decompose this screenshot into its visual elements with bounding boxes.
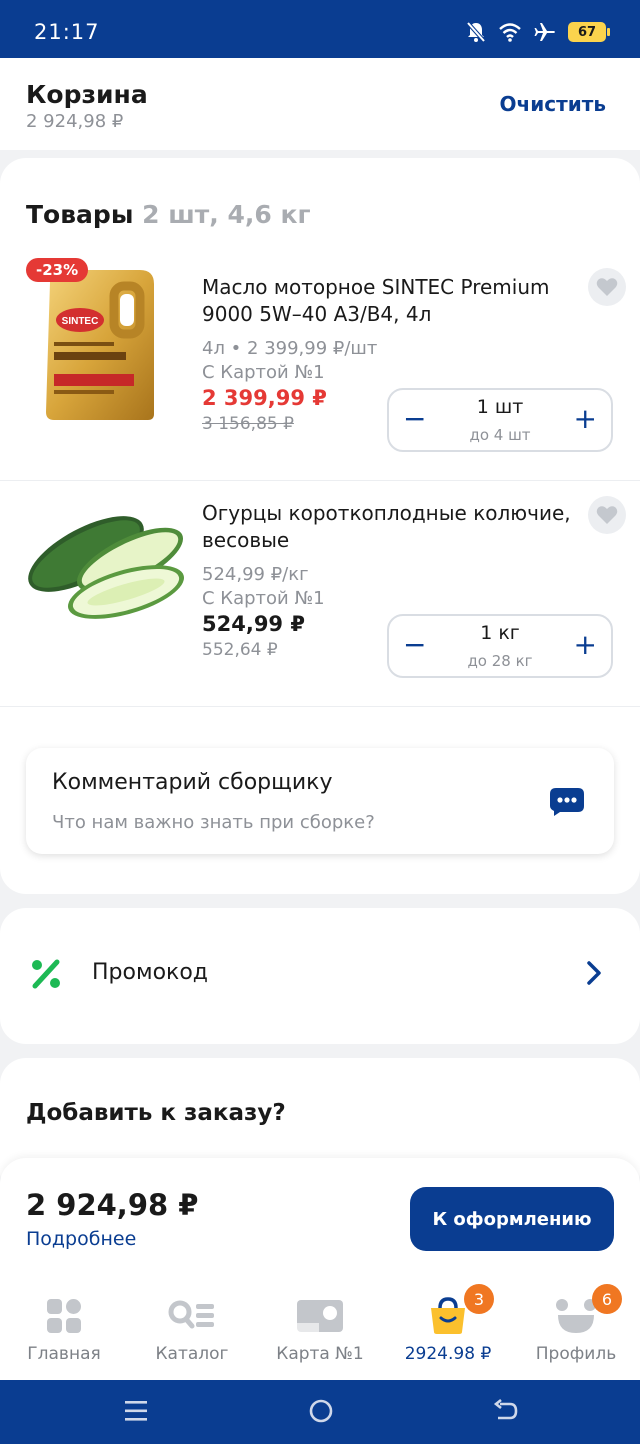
product-image[interactable]: SINTEC [40, 262, 164, 426]
catalog-icon [168, 1300, 214, 1329]
profile-icon [556, 1299, 596, 1333]
product-name[interactable]: Огурцы короткоплодные колючие, весовые [202, 500, 582, 554]
battery-indicator: 67 [568, 22, 610, 42]
card-note: С Картой №1 [202, 588, 325, 609]
product-name[interactable]: Масло моторное SINTEC Premium 9000 5W–40… [202, 274, 582, 328]
tab-label: Главная [27, 1344, 101, 1364]
divider [0, 706, 640, 707]
product-image[interactable] [26, 500, 186, 630]
motor-oil-canister-icon: SINTEC [46, 262, 154, 420]
product-price: 2 399,99 ₽ [202, 386, 327, 410]
quantity-stepper: − 1 кг до 28 кг + [387, 614, 613, 678]
tab-loyalty-card[interactable]: Карта №1 [256, 1292, 384, 1364]
header-total: 2 924,98 ₽ [26, 111, 124, 132]
chat-bubble-icon [550, 788, 584, 816]
bell-muted-icon [466, 21, 486, 43]
cart-count-badge: 3 [464, 1284, 494, 1314]
cart-item: -23% SINTEC Масло моторное SINTEC Premiu… [0, 258, 640, 480]
chevron-right-icon [587, 961, 601, 985]
product-old-price: 3 156,85 ₽ [202, 414, 294, 434]
cart-bag-icon [431, 1297, 465, 1334]
comment-title: Комментарий сборщику [52, 770, 333, 795]
heart-icon [596, 506, 618, 524]
product-unit-price: 524,99 ₽/кг [202, 564, 309, 585]
tab-home[interactable]: Главная [0, 1292, 128, 1364]
svg-text:SINTEC: SINTEC [62, 316, 99, 327]
tab-home-icon-wrap [0, 1292, 128, 1340]
cucumbers-icon [28, 516, 184, 619]
tab-catalog-icon-wrap [128, 1292, 256, 1340]
heart-icon [596, 278, 618, 296]
tab-catalog[interactable]: Каталог [128, 1292, 256, 1364]
picker-comment-field[interactable]: Комментарий сборщику Что нам важно знать… [26, 748, 614, 854]
status-bar: 21:17 67 [0, 0, 640, 58]
bottom-tab-bar: Главная Каталог Карта №1 3 2924.98 ₽ 6 П… [0, 1278, 640, 1380]
tab-label: Карта №1 [276, 1344, 364, 1364]
wifi-icon [499, 23, 521, 42]
airplane-icon [534, 23, 555, 41]
items-section-title: Товары 2 шт, 4,6 кг [26, 200, 311, 229]
favorite-button[interactable] [588, 268, 626, 306]
tab-card-icon-wrap [256, 1292, 384, 1340]
tab-cart-icon-wrap: 3 [384, 1284, 512, 1340]
items-meta: 2 шт, 4,6 кг [142, 200, 311, 229]
checkout-button[interactable]: К оформлению [410, 1187, 614, 1251]
back-icon[interactable] [492, 1398, 518, 1424]
menu-icon[interactable] [124, 1398, 148, 1424]
promo-label: Промокод [92, 960, 208, 985]
tab-cart[interactable]: 3 2924.98 ₽ [384, 1284, 512, 1364]
system-nav-bar [0, 1380, 640, 1444]
percent-icon [32, 959, 60, 989]
items-title: Товары [26, 200, 134, 229]
cart-item: Огурцы короткоплодные колючие, весовые 5… [0, 480, 640, 706]
details-link[interactable]: Подробнее [26, 1228, 136, 1250]
product-old-price: 552,64 ₽ [202, 640, 278, 660]
tab-label: Профиль [535, 1344, 617, 1364]
status-time: 21:17 [34, 20, 100, 44]
cart-header: Корзина 2 924,98 ₽ Очистить [0, 58, 640, 150]
checkout-bar: 2 924,98 ₽ Подробнее К оформлению [0, 1158, 640, 1278]
tab-label: Каталог [155, 1344, 229, 1364]
items-card: Товары 2 шт, 4,6 кг -23% SINTEC Масло мо… [0, 158, 640, 894]
increase-button[interactable]: + [574, 404, 597, 434]
comment-placeholder: Что нам важно знать при сборке? [52, 812, 375, 833]
profile-notification-badge: 6 [592, 1284, 622, 1314]
quantity-stepper: − 1 шт до 4 шт + [387, 388, 613, 452]
increase-button[interactable]: + [574, 630, 597, 660]
home-grid-icon [47, 1299, 81, 1333]
tab-profile-icon-wrap: 6 [512, 1284, 640, 1340]
loyalty-card-icon [297, 1300, 343, 1332]
home-circle-icon[interactable] [308, 1398, 334, 1424]
product-unit-price: 4л • 2 399,99 ₽/шт [202, 338, 378, 359]
tab-label: 2924.98 ₽ [404, 1344, 492, 1364]
order-total: 2 924,98 ₽ [26, 1188, 199, 1222]
favorite-button[interactable] [588, 496, 626, 534]
tab-profile[interactable]: 6 Профиль [512, 1284, 640, 1364]
product-price: 524,99 ₽ [202, 612, 305, 636]
page-title: Корзина [26, 80, 148, 109]
card-note: С Картой №1 [202, 362, 325, 383]
status-icons: 67 [466, 21, 610, 43]
promo-code-row[interactable]: Промокод [0, 908, 640, 1044]
add-to-order-title: Добавить к заказу? [26, 1100, 286, 1126]
clear-cart-button[interactable]: Очистить [500, 92, 606, 116]
discount-badge: -23% [26, 258, 89, 282]
